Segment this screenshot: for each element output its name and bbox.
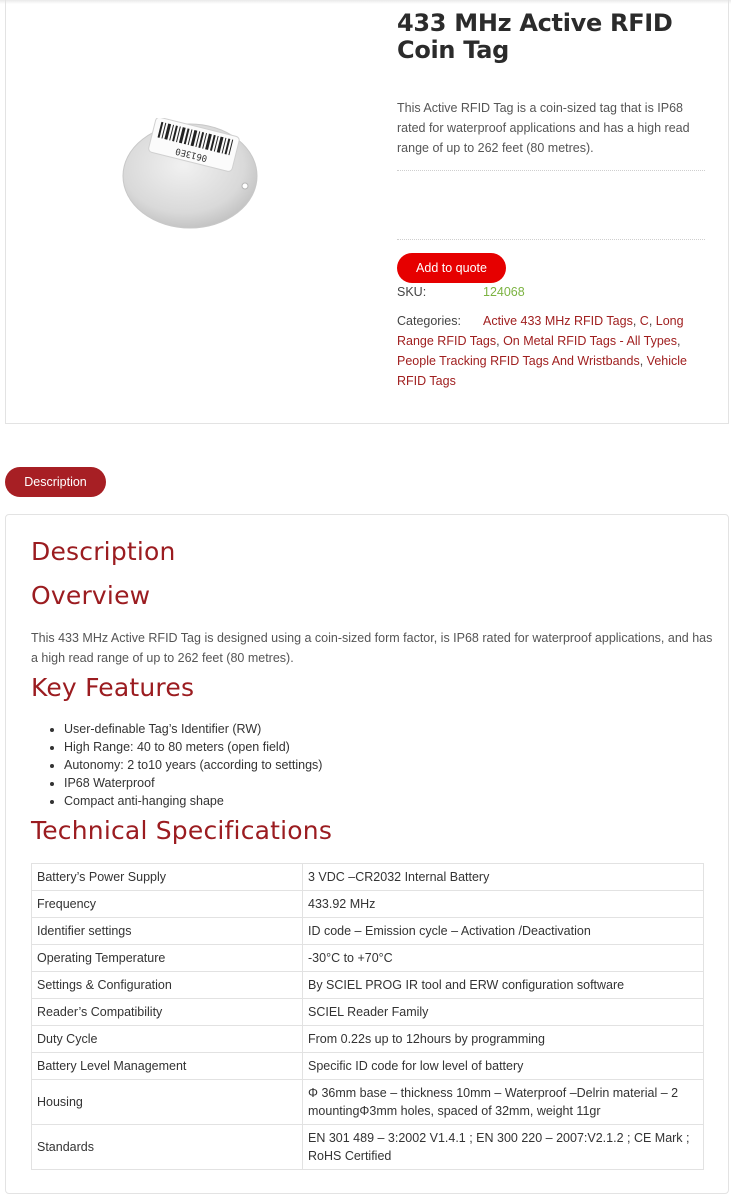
- table-row: Settings & Configuration By SCIEL PROG IR…: [31, 971, 704, 999]
- sku-label: SKU:: [397, 285, 427, 299]
- spec-key: Housing: [31, 1079, 303, 1125]
- list-item: Autonomy: 2 to10 years (according to set…: [64, 756, 322, 774]
- spec-key: Duty Cycle: [31, 1025, 303, 1053]
- category-link-people-tracking[interactable]: People Tracking RFID Tags And Wristbands: [397, 354, 640, 368]
- spec-value: By SCIEL PROG IR tool and ERW configurat…: [302, 971, 704, 999]
- spec-value: From 0.22s up to 12hours by programming: [302, 1025, 704, 1053]
- category-link-active-433[interactable]: Active 433 MHz RFID Tags: [483, 314, 633, 328]
- spec-value: 3 VDC –CR2032 Internal Battery: [302, 863, 704, 891]
- list-item: Compact anti-hanging shape: [64, 792, 322, 810]
- spec-value: SCIEL Reader Family: [302, 998, 704, 1026]
- table-row: Duty Cycle From 0.22s up to 12hours by pr…: [31, 1025, 704, 1053]
- spec-key: Identifier settings: [31, 917, 303, 945]
- spec-key: Battery’s Power Supply: [31, 863, 303, 891]
- table-row: Operating Temperature -30°C to +70°C: [31, 944, 704, 972]
- spec-key: Battery Level Management: [31, 1052, 303, 1080]
- product-title: 433 MHz Active RFID Coin Tag: [397, 9, 673, 64]
- spec-value: 433.92 MHz: [302, 890, 704, 918]
- divider: [397, 170, 705, 171]
- spec-value: -30°C to +70°C: [302, 944, 704, 972]
- table-row: Housing Φ 36mm base – thickness 10mm – Wa…: [31, 1079, 704, 1125]
- table-row: Frequency 433.92 MHz: [31, 890, 704, 918]
- spec-key: Reader’s Compatibility: [31, 998, 303, 1026]
- key-features-list: User-definable Tag’s Identifier (RW) Hig…: [52, 720, 322, 810]
- overview-heading: Overview: [31, 581, 151, 610]
- spec-value: Φ 36mm base – thickness 10mm – Waterproo…: [302, 1079, 704, 1125]
- spec-key: Standards: [31, 1124, 303, 1170]
- specs-table: Battery’s Power Supply 3 VDC –CR2032 Inte…: [31, 863, 704, 1170]
- product-categories: Categories: Active 433 MHz RFID Tags, C, …: [397, 311, 707, 391]
- spec-key: Frequency: [31, 890, 303, 918]
- product-image[interactable]: 0613E0: [120, 118, 260, 230]
- tab-description[interactable]: Description: [5, 467, 106, 497]
- table-row: Identifier settings ID code – Emission cy…: [31, 917, 704, 945]
- divider: [397, 239, 705, 240]
- list-item: User-definable Tag’s Identifier (RW): [64, 720, 322, 738]
- list-item: High Range: 40 to 80 meters (open field): [64, 738, 322, 756]
- spec-key: Settings & Configuration: [31, 971, 303, 999]
- table-row: Battery’s Power Supply 3 VDC –CR2032 Inte…: [31, 863, 704, 891]
- add-to-quote-button[interactable]: Add to quote: [397, 253, 506, 283]
- list-item: IP68 Waterproof: [64, 774, 322, 792]
- key-features-heading: Key Features: [31, 673, 195, 702]
- spec-value: ID code – Emission cycle – Activation /D…: [302, 917, 704, 945]
- spec-value: Specific ID code for low level of batter…: [302, 1052, 704, 1080]
- sku-value: 124068: [483, 285, 525, 299]
- category-link-c[interactable]: C: [640, 314, 649, 328]
- overview-text: This 433 MHz Active RFID Tag is designed…: [31, 631, 713, 665]
- table-row: Reader’s Compatibility SCIEL Reader Famil…: [31, 998, 704, 1026]
- description-heading: Description: [31, 537, 176, 566]
- category-link-on-metal[interactable]: On Metal RFID Tags - All Types: [503, 334, 677, 348]
- product-short-description: This Active RFID Tag is a coin-sized tag…: [397, 101, 690, 155]
- categories-label: Categories:: [397, 314, 461, 328]
- table-row: Battery Level Management Specific ID code…: [31, 1052, 704, 1080]
- tech-specs-heading: Technical Specifications: [31, 816, 333, 845]
- table-row: Standards EN 301 489 – 3:2002 V1.4.1 ; EN…: [31, 1124, 704, 1170]
- spec-value: EN 301 489 – 3:2002 V1.4.1 ; EN 300 220 …: [302, 1124, 704, 1170]
- spec-key: Operating Temperature: [31, 944, 303, 972]
